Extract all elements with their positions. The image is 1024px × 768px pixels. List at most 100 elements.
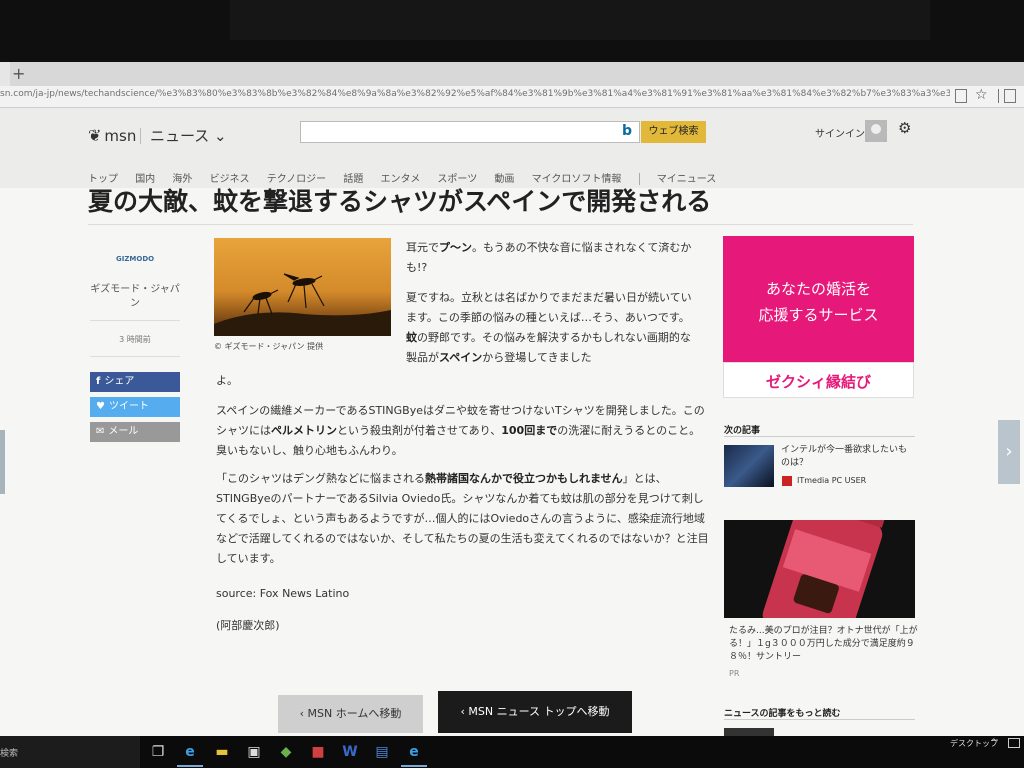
p1-emphasis: プ〜ン (439, 241, 472, 254)
publish-time: 3 時間前 (119, 335, 151, 344)
source-divider (90, 320, 180, 321)
facebook-icon: f (96, 376, 101, 387)
p2-emphasis-spain: スペイン (439, 351, 483, 364)
mail-share-button[interactable]: ✉ メール (90, 422, 180, 442)
twitter-share-label: ツイート (108, 401, 149, 412)
url-text[interactable]: sn.com/ja-jp/news/techandscience/%e3%83%… (0, 89, 950, 99)
article-title: 夏の大敵、蚊を撃退するシャツがスペインで開発される (88, 187, 712, 216)
chevron-up-icon[interactable]: ^ (990, 738, 998, 748)
windows-taskbar: 検索 ❐ e ▬ ▣ ◆ ■ W ▤ e デスクトップ ^ (0, 736, 1024, 768)
store-icon[interactable]: ▣ (244, 742, 264, 762)
avatar[interactable] (865, 120, 887, 142)
reading-view-icon[interactable] (955, 89, 967, 103)
more-news-divider (724, 719, 915, 720)
msn-page: ❦ msn ニュース ⌄ b ウェブ検索 サインイン ⚙ トップ 国内 海外 ビジ… (0, 108, 1024, 736)
section-dropdown[interactable]: ニュース ⌄ (150, 125, 227, 146)
article-author: (阿部慶次郎) (216, 619, 280, 632)
next-article-source: ITmedia PC USER (797, 476, 867, 485)
msn-logo-text: msn (104, 127, 137, 145)
twitter-icon: ♥ (96, 401, 105, 412)
msn-news-top-label: MSN ニュース トップへ移動 (468, 705, 610, 718)
promo-bottle-image (762, 520, 889, 618)
search-input[interactable] (300, 121, 640, 143)
previous-article-arrow[interactable] (0, 430, 5, 494)
mail-share-label: メール (108, 426, 139, 437)
ad-line-2: 応援するサービス (758, 306, 879, 324)
ie-icon[interactable]: e (404, 742, 424, 762)
header-divider (140, 128, 141, 144)
msn-header: ❦ msn ニュース ⌄ b ウェブ検索 サインイン ⚙ トップ 国内 海外 ビジ… (0, 108, 1024, 188)
msn-home-button[interactable]: ‹ MSN ホームへ移動 (278, 695, 423, 733)
title-divider (88, 224, 913, 225)
paragraph-3: スペインの繊維メーカーであるSTINGByeはダニや蚊を寄せつけないTシャツを開… (216, 401, 710, 461)
p4-text-b: 」とは、STINGByeのパートナーであるSilvia Oviedo氏。シャツな… (216, 472, 709, 565)
p2-text-a: 夏ですね。立秋とは名ばかりでまだまだ暑い日が続いています。この季節の悩みの種とい… (406, 291, 692, 324)
browser-tab[interactable] (0, 62, 10, 86)
taskbar-search-box[interactable]: 検索 (0, 736, 140, 768)
next-article-heading: 次の記事 (724, 426, 761, 436)
next-article-arrow-icon[interactable]: › (998, 420, 1020, 484)
facebook-share-button[interactable]: f シェア (90, 372, 180, 392)
section-label: ニュース (150, 127, 210, 145)
source-name[interactable]: ギズモード・ジャパン (90, 283, 180, 311)
article-source: source: Fox News Latino (216, 587, 350, 600)
paragraph-1: 耳元でプ〜ン。もうあの不快な音に悩まされなくて済むかも!? (406, 238, 696, 278)
app-icon-green[interactable]: ◆ (276, 742, 296, 762)
signin-link[interactable]: サインイン (815, 125, 865, 140)
ad-brand-strip[interactable]: ゼクシィ縁結び (723, 362, 914, 398)
word-icon[interactable]: W (340, 742, 360, 762)
msn-home-label: MSN ホームへ移動 (307, 707, 402, 720)
paragraph-4: 「このシャツはデング熱などに悩まされる熱帯諸国なんかで役立つかもしれません」とは… (216, 469, 710, 569)
butterfly-icon: ❦ (88, 126, 102, 145)
chevron-left-icon: ‹ (460, 705, 465, 718)
p3-emphasis-100: 100回まで (501, 424, 558, 437)
hub-icon[interactable] (1004, 89, 1016, 103)
favorite-star-icon[interactable]: ☆ (975, 87, 988, 103)
ad-brand-logo: ゼクシィ縁結び (765, 373, 871, 391)
browser-tab-bar: + (0, 62, 1024, 86)
facebook-share-label: シェア (104, 376, 135, 387)
tray-icon[interactable] (1008, 738, 1020, 748)
next-article-thumbnail[interactable] (724, 445, 774, 487)
itmedia-icon (782, 476, 792, 486)
next-article-title[interactable]: インテルが今一番欲求したいものは？ (781, 444, 913, 470)
address-bar[interactable]: sn.com/ja-jp/news/techandscience/%e3%83%… (0, 86, 1024, 108)
article-image-mosquitoes[interactable] (214, 238, 391, 336)
next-article-divider (724, 436, 915, 437)
mail-icon: ✉ (96, 426, 105, 437)
new-tab-button[interactable]: + (12, 64, 25, 83)
mosquito-silhouette-image (214, 273, 391, 336)
chevron-left-icon: ‹ (299, 707, 305, 720)
p3-emphasis-permethrin: ペルメトリン (271, 424, 337, 437)
bezel-glare (230, 0, 930, 40)
p2-text-c: から登場してきました (482, 351, 592, 364)
p2-emphasis-mosquito: 蚊 (406, 331, 417, 344)
promo-text[interactable]: たるみ...美のプロが注目？オトナ世代が「上がる！」１g３０００万円した成分で満… (729, 625, 919, 664)
promo-image-drink[interactable] (724, 520, 915, 618)
file-explorer-icon[interactable]: ▬ (212, 742, 232, 762)
paragraph-2: 夏ですね。立秋とは名ばかりでまだまだ暑い日が続いています。この季節の悩みの種とい… (406, 288, 696, 368)
app-icon-blue[interactable]: ▤ (372, 742, 392, 762)
p4-text-a: 「このシャツはデング熱などに悩まされる (216, 472, 425, 485)
more-news-heading: ニュースの記事をもっと読む (724, 709, 841, 719)
chevron-down-icon: ⌄ (214, 127, 227, 145)
gear-icon[interactable]: ⚙ (898, 119, 911, 137)
p1-text-a: 耳元で (406, 241, 439, 254)
edge-icon[interactable]: e (180, 742, 200, 762)
paragraph-2-tail: よ。 (216, 374, 238, 387)
ad-copy: あなたの婚活を 応援するサービス (723, 276, 914, 328)
msn-news-top-button[interactable]: ‹ MSN ニュース トップへ移動 (438, 691, 632, 733)
p4-emphasis: 熱帯諸国なんかで役立つかもしれません (425, 472, 623, 485)
image-caption: © ギズモード・ジャパン 提供 (214, 342, 324, 351)
more-news-thumbnail[interactable] (724, 728, 774, 736)
source-logo[interactable]: GIZMODO (116, 255, 154, 263)
monitor-bezel (0, 0, 1024, 62)
web-search-button[interactable]: ウェブ検索 (641, 121, 706, 143)
twitter-share-button[interactable]: ♥ ツイート (90, 397, 180, 417)
app-icon-red[interactable]: ■ (308, 742, 328, 762)
ad-line-1: あなたの婚活を (765, 280, 871, 298)
task-view-icon[interactable]: ❐ (148, 742, 168, 762)
toolbar-divider (998, 89, 999, 103)
time-divider (90, 356, 180, 357)
msn-logo[interactable]: ❦ msn (88, 126, 136, 145)
